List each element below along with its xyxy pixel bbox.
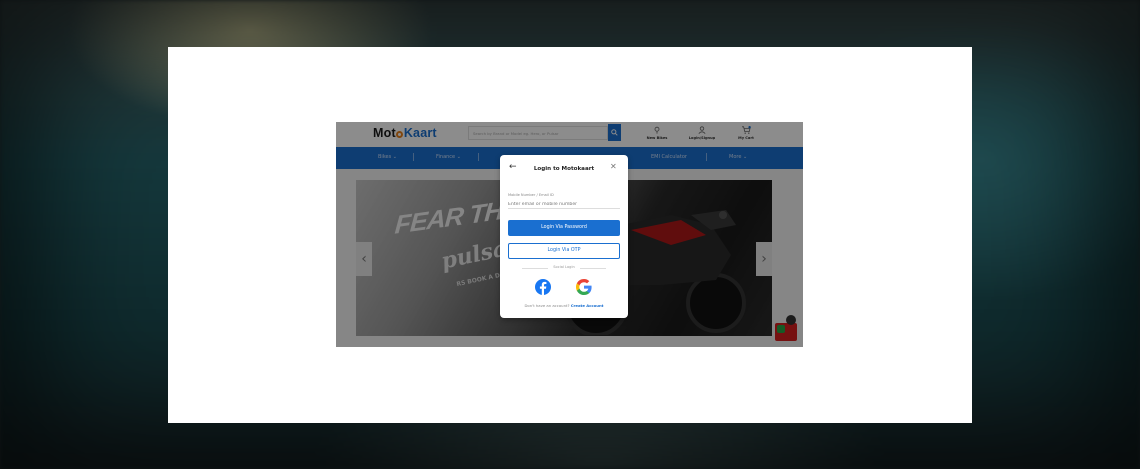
social-login-divider: Social Login xyxy=(522,265,606,271)
field-label: Mobile Number / Email ID xyxy=(508,193,554,197)
modal-title: Login to Motokaart xyxy=(533,166,595,172)
signup-prompt: Don't have an account? Create Account xyxy=(500,303,628,308)
website-screenshot: Mot Kaart Search by Brand or Model eg. He… xyxy=(336,122,803,347)
login-via-password-button[interactable]: Login Via Password xyxy=(508,220,620,236)
login-via-otp-button[interactable]: Login Via OTP xyxy=(508,243,620,259)
close-icon[interactable]: ✕ xyxy=(610,163,617,171)
divider-line xyxy=(580,268,606,269)
login-modal: ← Login to Motokaart ✕ Mobile Number / E… xyxy=(500,155,628,318)
signup-prompt-text: Don't have an account? xyxy=(524,303,570,308)
create-account-link[interactable]: Create Account xyxy=(571,303,604,308)
google-icon[interactable] xyxy=(576,279,592,295)
email-or-mobile-input[interactable] xyxy=(508,200,620,209)
facebook-icon[interactable] xyxy=(535,279,551,295)
